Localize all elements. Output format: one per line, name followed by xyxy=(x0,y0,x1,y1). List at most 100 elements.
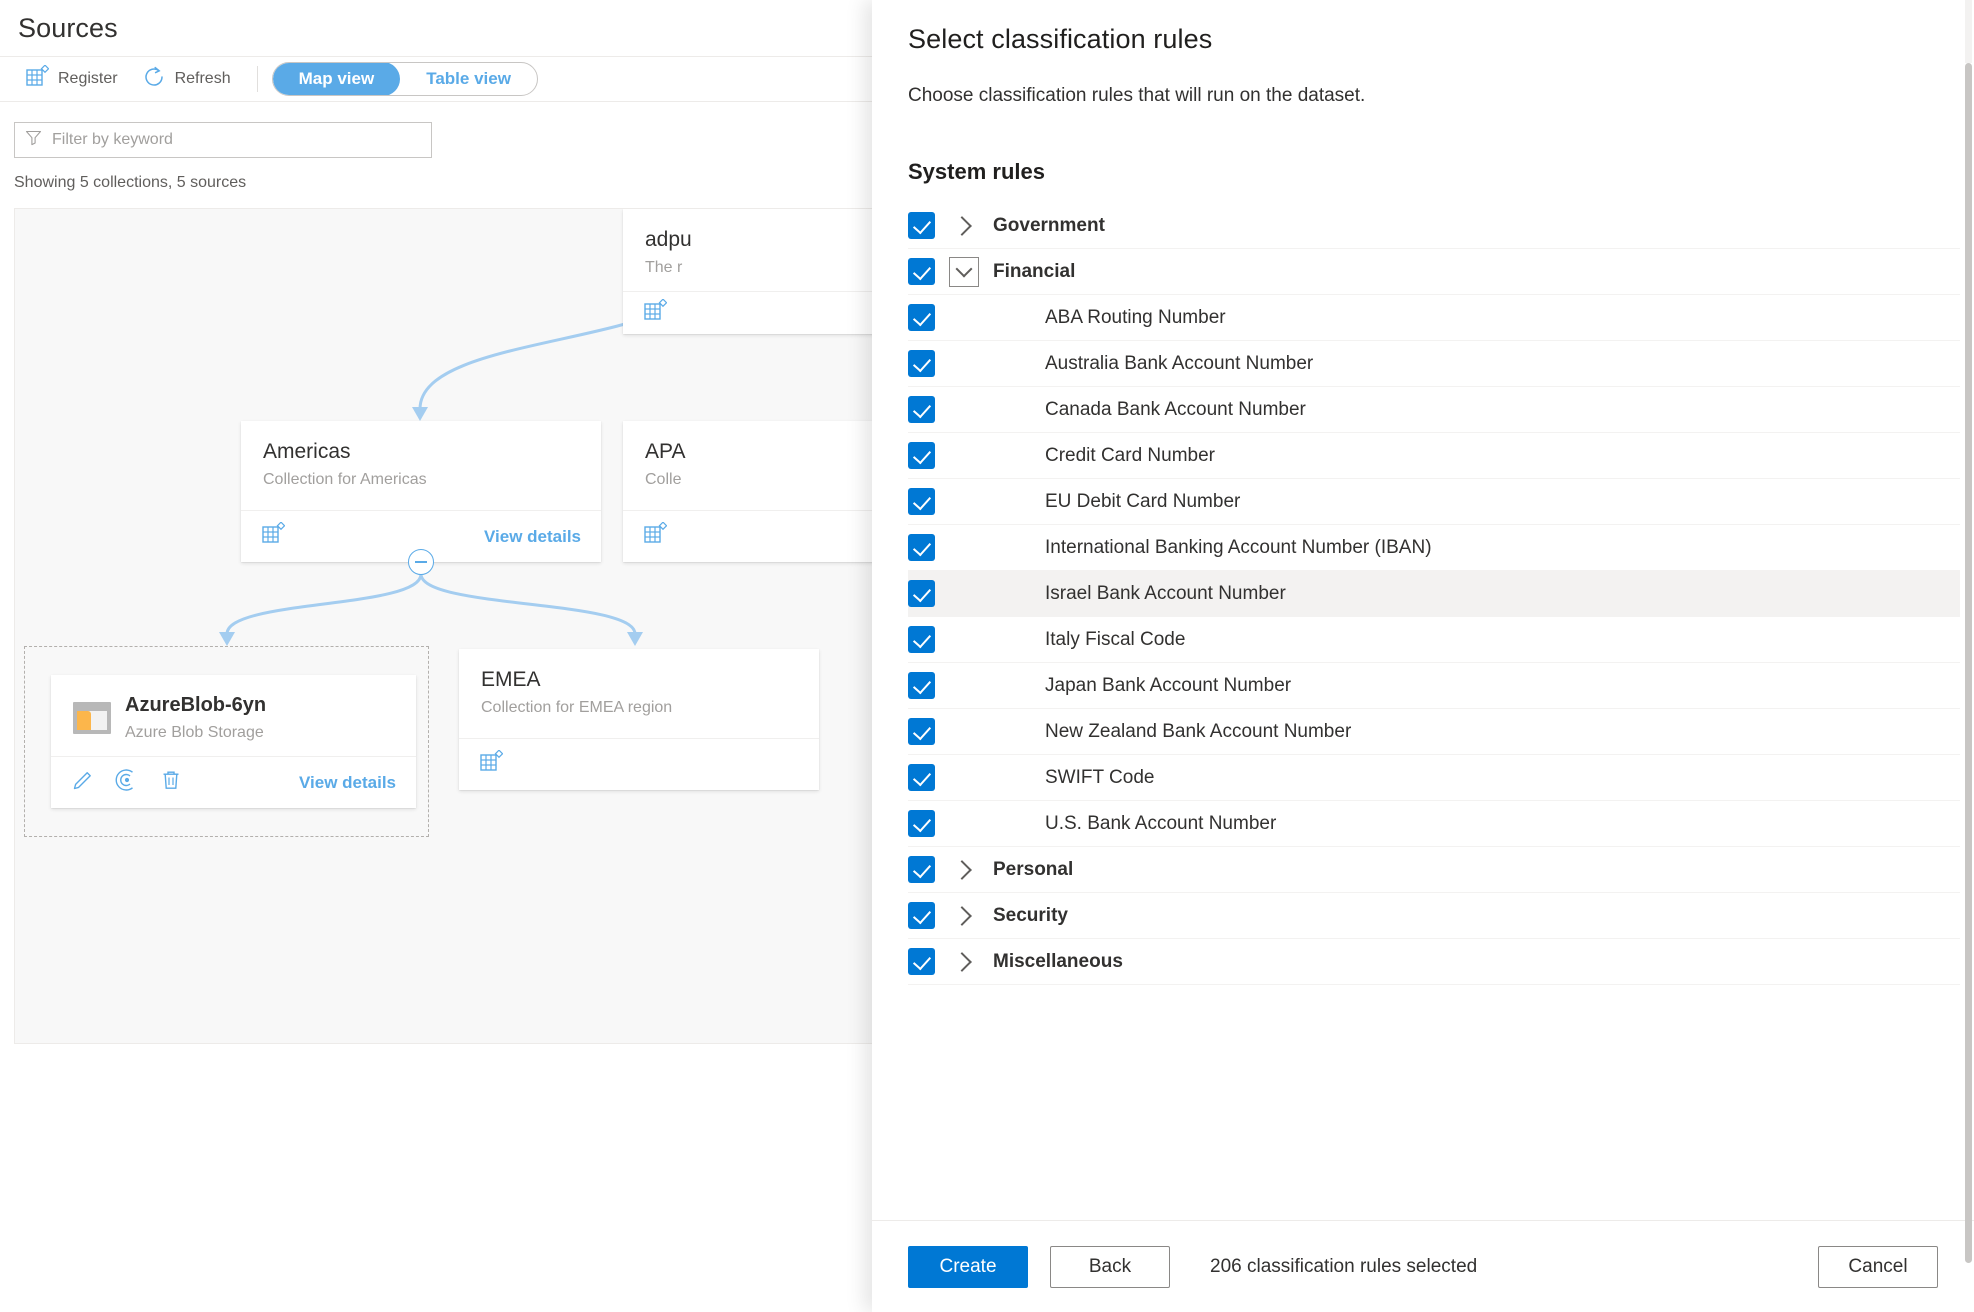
node-title: adpu xyxy=(645,228,692,251)
expand-toggle-slot[interactable] xyxy=(935,256,993,287)
chevron-down-icon[interactable] xyxy=(949,256,979,287)
view-details-link[interactable]: View details xyxy=(484,527,581,547)
rule-row[interactable]: Credit Card Number xyxy=(908,433,1960,479)
node-body: APA Colle xyxy=(623,421,879,510)
rule-checkbox[interactable] xyxy=(908,258,935,285)
rule-row[interactable]: Japan Bank Account Number xyxy=(908,663,1960,709)
tab-map-view[interactable]: Map view xyxy=(272,63,401,95)
rule-row[interactable]: EU Debit Card Number xyxy=(908,479,1960,525)
chevron-right-icon[interactable] xyxy=(952,905,972,926)
expand-toggle-slot[interactable] xyxy=(935,215,993,236)
collapse-node-toggle[interactable] xyxy=(408,549,434,575)
filter-input[interactable] xyxy=(52,131,421,149)
rule-checkbox[interactable] xyxy=(908,764,935,791)
rules-list[interactable]: Government Financial ABA Routing Number Aus… xyxy=(872,203,1974,1220)
panel-title: Select classification rules xyxy=(908,24,1213,54)
cancel-button[interactable]: Cancel xyxy=(1818,1245,1938,1288)
rule-label: Personal xyxy=(993,858,1074,880)
rule-label: ABA Routing Number xyxy=(1045,306,1226,328)
rule-row[interactable]: Italy Fiscal Code xyxy=(908,617,1960,663)
rule-row[interactable]: Security xyxy=(908,893,1960,939)
scan-radar-icon[interactable] xyxy=(115,768,139,797)
view-toggle[interactable]: Map view Table view xyxy=(271,62,538,96)
selected-count-status: 206 classification rules selected xyxy=(1210,1255,1478,1277)
rule-row[interactable]: Australia Bank Account Number xyxy=(908,341,1960,387)
rule-label: Credit Card Number xyxy=(1045,444,1215,466)
rule-row[interactable]: U.S. Bank Account Number xyxy=(908,801,1960,847)
rule-row[interactable]: Israel Bank Account Number xyxy=(908,571,1960,617)
view-details-link[interactable]: View details xyxy=(299,773,396,793)
chevron-right-icon[interactable] xyxy=(952,215,972,236)
back-button[interactable]: Back xyxy=(1050,1245,1170,1288)
rule-row[interactable]: Miscellaneous xyxy=(908,939,1960,985)
chevron-glyph xyxy=(955,260,973,278)
expand-toggle-slot[interactable] xyxy=(935,905,993,926)
rule-row[interactable]: International Banking Account Number (IB… xyxy=(908,525,1960,571)
node-title: AzureBlob-6yn xyxy=(125,694,267,716)
rule-checkbox[interactable] xyxy=(908,534,935,561)
rule-checkbox[interactable] xyxy=(908,304,935,331)
rule-row[interactable]: Financial xyxy=(908,249,1960,295)
rule-checkbox[interactable] xyxy=(908,672,935,699)
edit-pencil-icon[interactable] xyxy=(71,768,95,797)
node-card-azureblob[interactable]: AzureBlob-6yn Azure Blob Storage View de… xyxy=(51,675,416,808)
rule-checkbox[interactable] xyxy=(908,948,935,975)
node-subtitle: The r xyxy=(645,259,683,277)
node-subtitle: Collection for Americas xyxy=(263,471,427,489)
command-bar: Register Refresh Map view Table view xyxy=(0,57,880,102)
node-title: Americas xyxy=(263,440,351,463)
rule-row[interactable]: SWIFT Code xyxy=(908,755,1960,801)
rule-checkbox[interactable] xyxy=(908,718,935,745)
panel-scrollbar-track xyxy=(1965,0,1972,63)
cancel-button-wrapper: Cancel xyxy=(1818,1245,1938,1288)
collection-map-canvas[interactable]: adpu The r Americas Collection for Ameri… xyxy=(14,208,880,1044)
rule-checkbox[interactable] xyxy=(908,626,935,653)
node-body: Americas Collection for Americas xyxy=(241,421,601,510)
azure-blob-storage-icon xyxy=(73,701,111,734)
node-card-americas[interactable]: Americas Collection for Americas View de… xyxy=(241,421,601,562)
rule-checkbox[interactable] xyxy=(908,580,935,607)
chevron-right-icon[interactable] xyxy=(952,951,972,972)
rule-checkbox[interactable] xyxy=(908,350,935,377)
register-label: Register xyxy=(58,70,118,87)
panel-footer: Create Back 206 classification rules sel… xyxy=(872,1220,1974,1312)
filter-area: Showing 5 collections, 5 sources xyxy=(0,102,880,204)
rule-checkbox[interactable] xyxy=(908,396,935,423)
register-grid-icon xyxy=(25,63,50,94)
rule-row[interactable]: ABA Routing Number xyxy=(908,295,1960,341)
collection-grid-icon[interactable] xyxy=(643,521,668,551)
rule-row[interactable]: Government xyxy=(908,203,1960,249)
rule-checkbox[interactable] xyxy=(908,442,935,469)
rule-row[interactable]: Canada Bank Account Number xyxy=(908,387,1960,433)
rule-checkbox[interactable] xyxy=(908,810,935,837)
node-footer xyxy=(623,291,879,334)
node-card-adpurview[interactable]: adpu The r xyxy=(623,209,879,334)
register-button[interactable]: Register xyxy=(13,61,130,97)
rule-row[interactable]: New Zealand Bank Account Number xyxy=(908,709,1960,755)
node-card-emea[interactable]: EMEA Collection for EMEA region xyxy=(459,649,819,790)
node-footer: View details xyxy=(51,756,416,808)
chevron-right-icon[interactable] xyxy=(952,859,972,880)
collection-grid-icon[interactable] xyxy=(261,521,286,551)
tab-table-view[interactable]: Table view xyxy=(400,63,537,95)
delete-trash-icon[interactable] xyxy=(159,768,183,797)
node-card-apac[interactable]: APA Colle xyxy=(623,421,879,562)
rule-checkbox[interactable] xyxy=(908,856,935,883)
rule-checkbox[interactable] xyxy=(908,902,935,929)
rule-checkbox[interactable] xyxy=(908,212,935,239)
expand-toggle-slot[interactable] xyxy=(935,951,993,972)
collection-grid-icon[interactable] xyxy=(643,297,668,328)
node-body: EMEA Collection for EMEA region xyxy=(459,649,819,738)
refresh-button[interactable]: Refresh xyxy=(130,61,243,97)
node-subtitle: Collection for EMEA region xyxy=(481,699,673,717)
rule-checkbox[interactable] xyxy=(908,488,935,515)
filter-input-wrapper[interactable] xyxy=(14,122,432,158)
expand-toggle-slot[interactable] xyxy=(935,859,993,880)
create-button[interactable]: Create xyxy=(908,1245,1028,1288)
node-footer xyxy=(623,510,879,562)
rule-label: Government xyxy=(993,214,1105,236)
rule-label: SWIFT Code xyxy=(1045,766,1155,788)
node-title: APA xyxy=(645,440,686,463)
rule-row[interactable]: Personal xyxy=(908,847,1960,893)
collection-grid-icon[interactable] xyxy=(479,749,504,779)
